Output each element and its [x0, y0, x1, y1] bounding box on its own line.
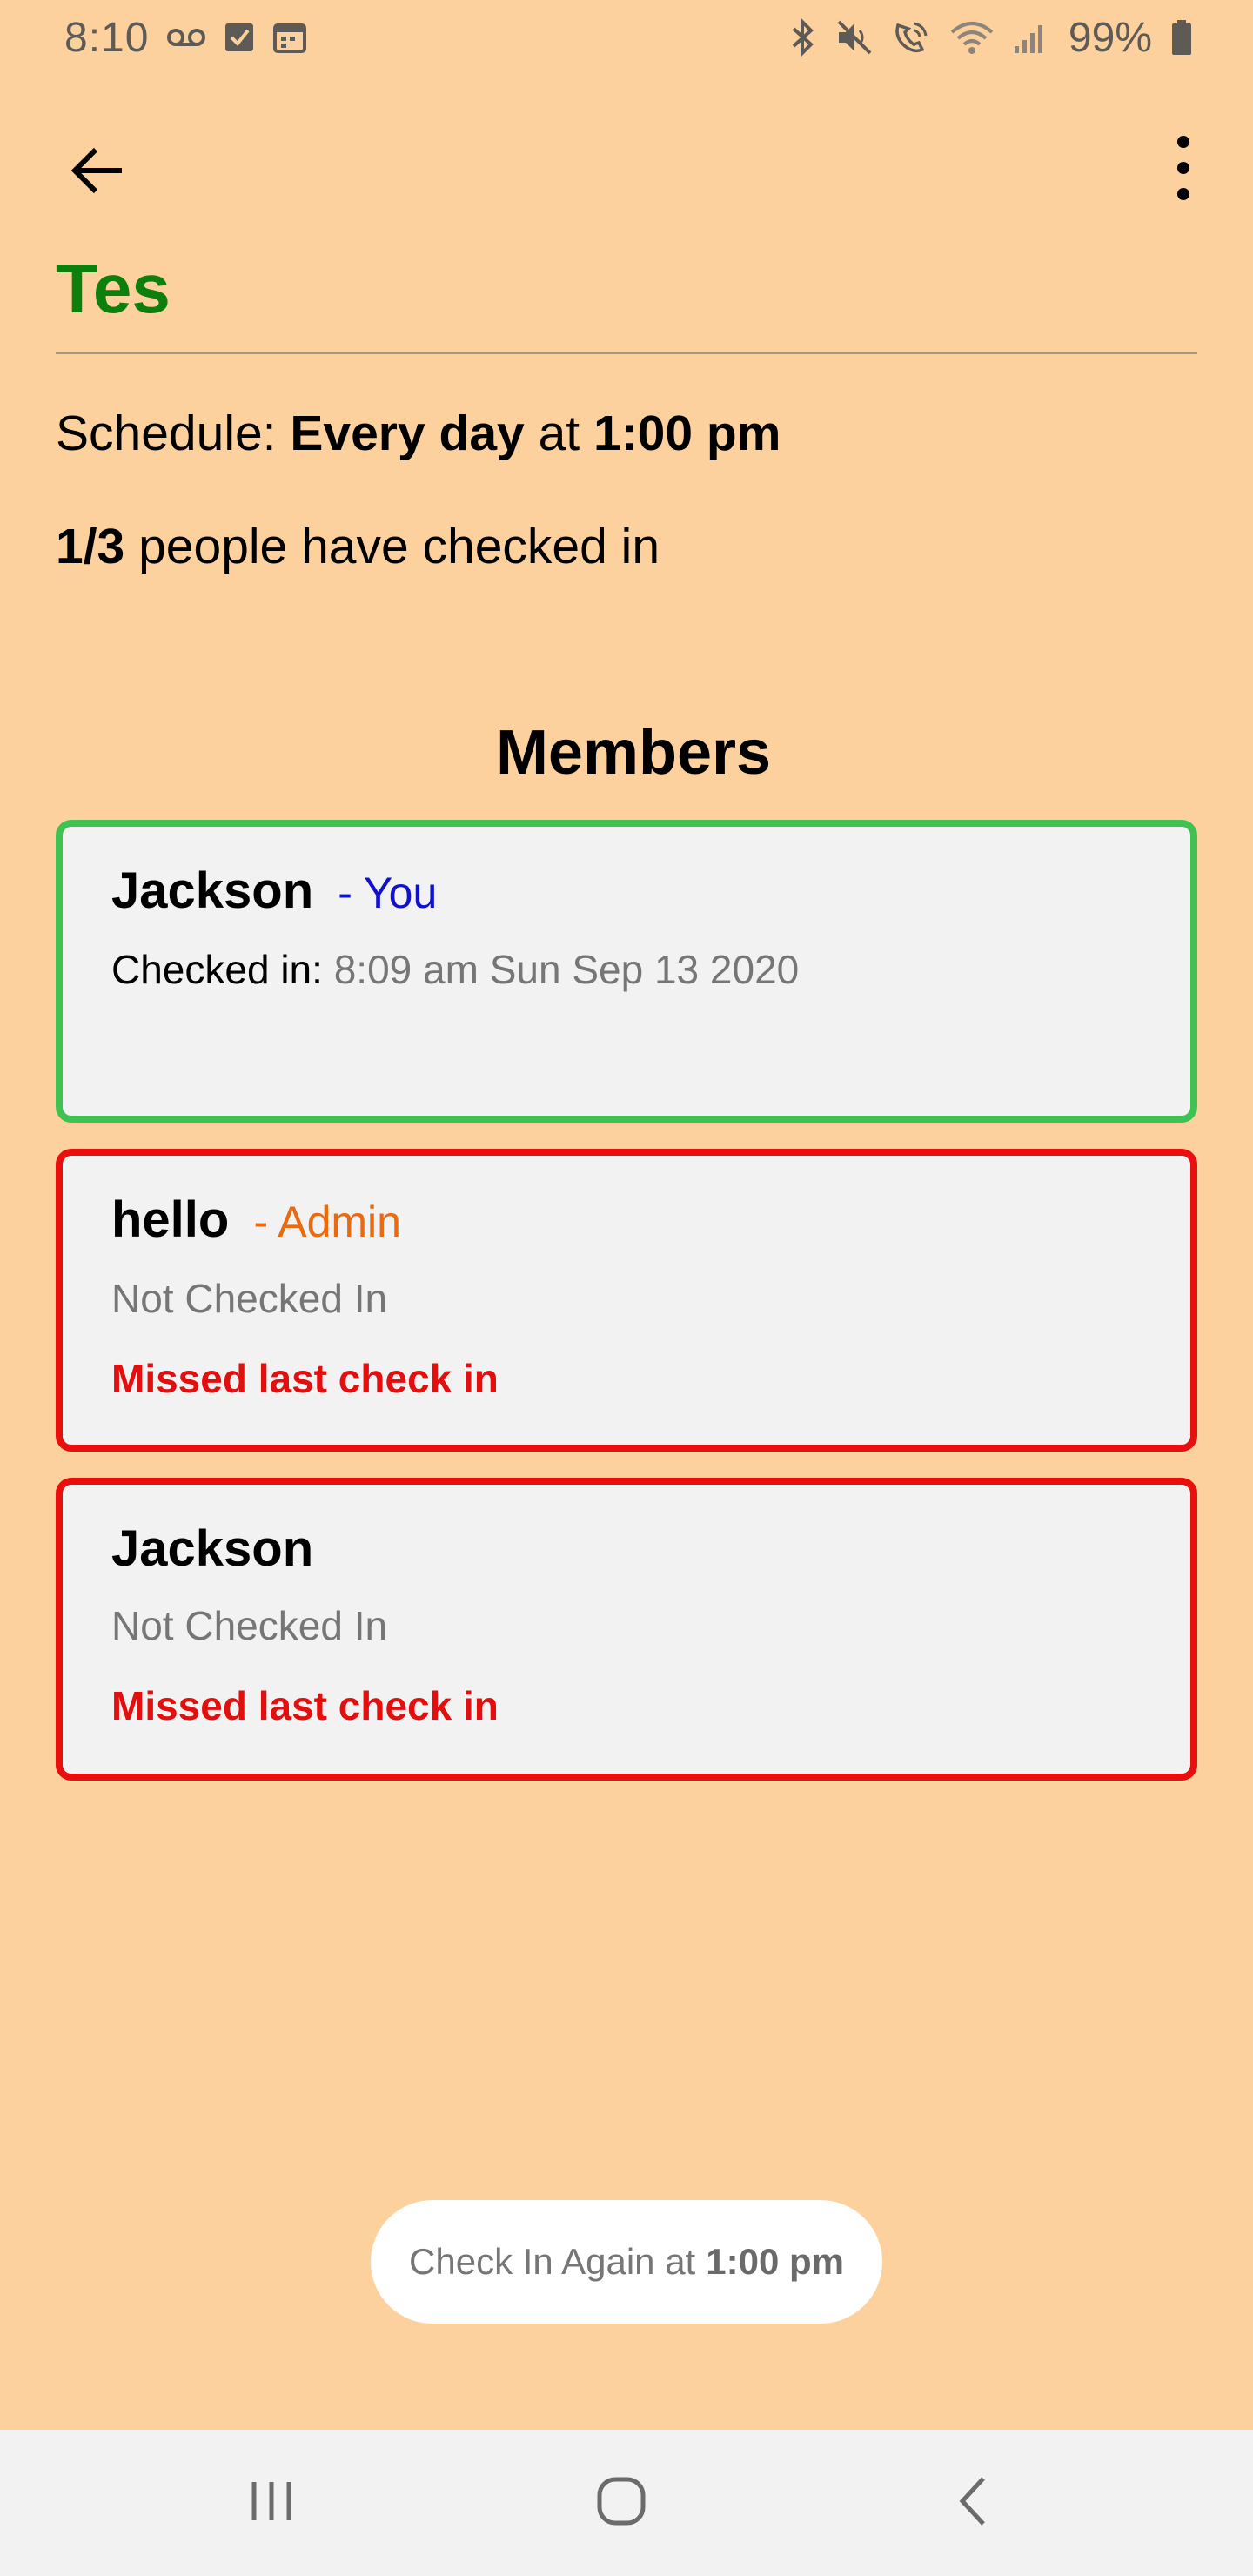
mute-icon [835, 18, 874, 57]
schedule-time: 1:00 pm [593, 406, 781, 461]
schedule-prefix: Schedule: [56, 406, 277, 461]
home-button[interactable] [569, 2459, 673, 2546]
wifi-icon [948, 18, 995, 57]
more-vert-icon [1175, 135, 1192, 205]
nav-back-button[interactable] [921, 2459, 1025, 2546]
member-card[interactable]: hello - Admin Not Checked In Missed last… [56, 1149, 1197, 1452]
battery-icon [1169, 18, 1194, 57]
missed-checkin-warning: Missed last check in [111, 1683, 499, 1728]
member-role: - You [338, 869, 438, 917]
schedule-days: Every day [290, 406, 525, 461]
toolbar [0, 122, 1253, 218]
member-status: Not Checked In [111, 1603, 388, 1648]
schedule-info: Schedule: Every day at 1:00 pm [56, 400, 781, 466]
member-name: Jackson [111, 862, 314, 919]
checked-in-time: 8:09 am Sun Sep 13 2020 [333, 947, 800, 992]
checkbox-icon [224, 20, 255, 55]
member-card[interactable]: Jackson - You Checked in: 8:09 am Sun Se… [56, 820, 1197, 1123]
status-bar-right: 99% [788, 14, 1194, 62]
member-name: hello [111, 1191, 230, 1248]
check-in-again-time: 1:00 pm [706, 2241, 844, 2282]
member-name-line: Jackson - You [111, 858, 1190, 926]
status-time: 8:10 [64, 14, 150, 61]
recents-icon [247, 2479, 296, 2528]
signal-icon [1013, 20, 1048, 55]
member-name-line: hello - Admin [111, 1187, 1190, 1255]
member-role: - Admin [253, 1197, 401, 1246]
status-bar: 8:10 99% [0, 0, 1253, 75]
checked-in-label: Checked in: [111, 947, 323, 992]
voicemail-icon [166, 24, 206, 50]
missed-checkin-warning: Missed last check in [111, 1356, 499, 1401]
member-card[interactable]: Jackson Not Checked In Missed last check… [56, 1478, 1197, 1781]
screen: 8:10 99% Tes Schedule: Every day at 1:00… [0, 0, 1253, 2576]
recents-button[interactable] [219, 2459, 324, 2546]
overflow-menu-button[interactable] [1157, 131, 1209, 209]
members-heading: Members [495, 718, 772, 788]
schedule-at: at [538, 406, 580, 461]
member-name-line: Jackson [111, 1516, 1190, 1582]
bluetooth-icon [788, 18, 818, 57]
group-title: Tes [56, 250, 171, 327]
system-nav-bar [0, 2430, 1253, 2576]
arrow-left-icon [70, 146, 125, 199]
checkin-summary: 1/3 people have checked in [56, 513, 660, 580]
check-in-again-label: Check In Again at [409, 2241, 696, 2282]
battery-percent: 99% [1068, 14, 1152, 61]
checked-suffix: people have checked in [138, 519, 660, 574]
title-divider [56, 352, 1197, 354]
nav-back-icon [955, 2475, 990, 2532]
member-status: Not Checked In [111, 1276, 388, 1321]
member-name: Jackson [111, 1520, 314, 1577]
home-icon [595, 2475, 647, 2532]
check-in-again-button[interactable]: Check In Again at 1:00 pm [371, 2200, 882, 2324]
status-bar-left: 8:10 [64, 14, 307, 62]
calendar-icon [272, 20, 307, 55]
checked-count: 1/3 [56, 519, 125, 574]
wifi-calling-icon [891, 18, 931, 57]
member-status: Checked in: 8:09 am Sun Sep 13 2020 [111, 943, 1190, 996]
back-button[interactable] [54, 138, 141, 207]
